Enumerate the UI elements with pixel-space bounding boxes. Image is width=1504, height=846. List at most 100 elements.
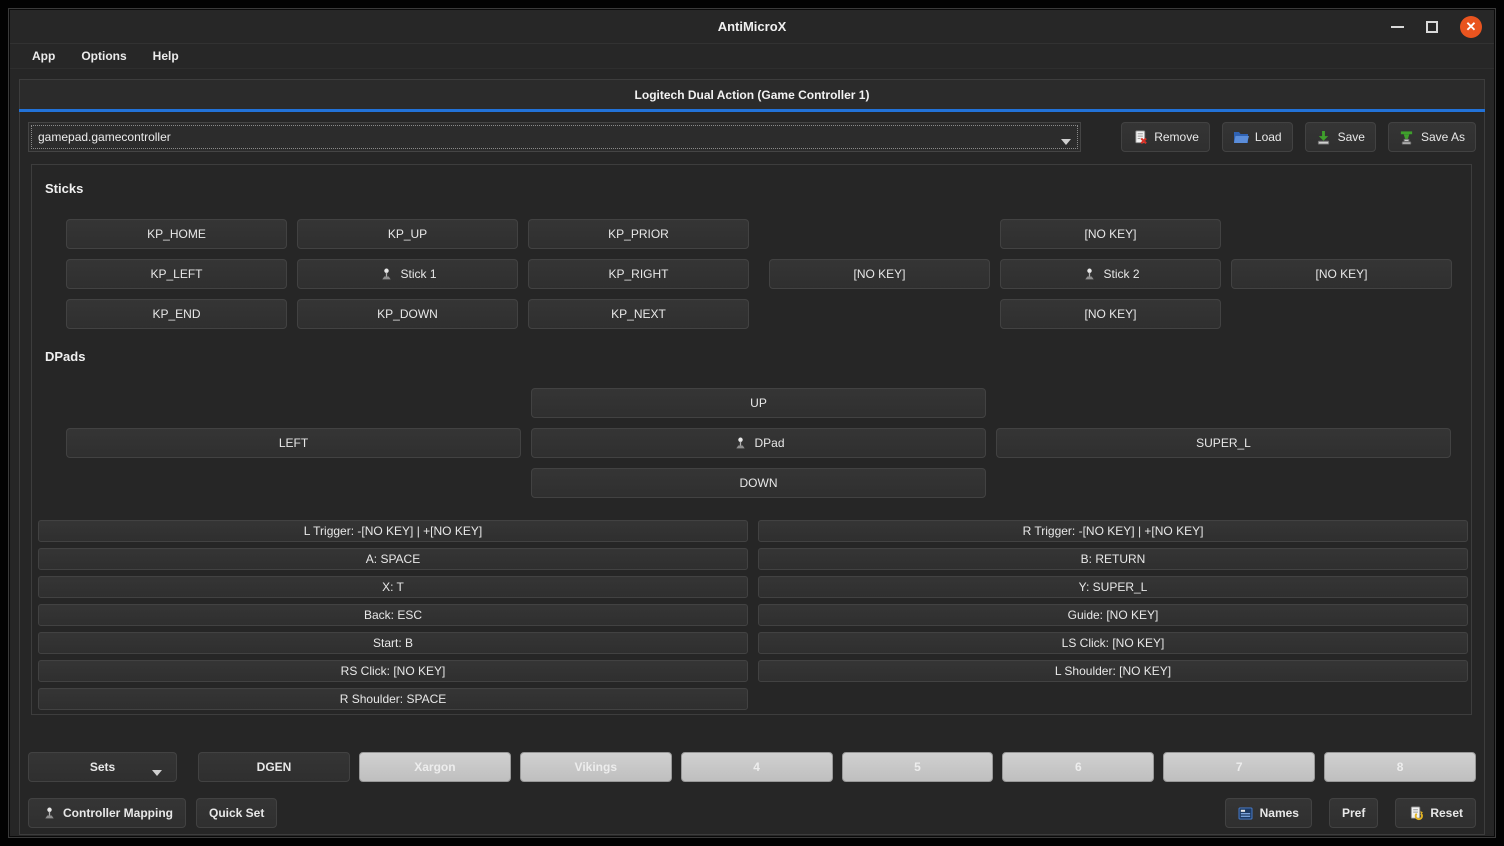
set-tab-4[interactable]: 4: [681, 752, 833, 782]
l-trigger-button[interactable]: L Trigger: -[NO KEY] | +[NO KEY]: [38, 520, 748, 542]
stick1-up-button[interactable]: KP_UP: [297, 219, 518, 249]
dpad-left-button[interactable]: LEFT: [66, 428, 521, 458]
profile-select[interactable]: gamepad.gamecontroller: [28, 122, 1081, 152]
chevron-down-icon: [1061, 135, 1071, 149]
stick1-left-button[interactable]: KP_LEFT: [66, 259, 287, 289]
stick1-up-right-button[interactable]: KP_PRIOR: [528, 219, 749, 249]
controller-tabwidget: Logitech Dual Action (Game Controller 1)…: [19, 79, 1485, 835]
stick2-right-button[interactable]: [NO KEY]: [1231, 259, 1452, 289]
stick2-up-button[interactable]: [NO KEY]: [1000, 219, 1221, 249]
stick1-down-button[interactable]: KP_DOWN: [297, 299, 518, 329]
joystick-icon: [378, 266, 394, 282]
button-back[interactable]: Back: ESC: [38, 604, 748, 626]
window-controls: ✕: [1391, 10, 1482, 43]
save-as-button-label: Save As: [1421, 130, 1465, 144]
button-x[interactable]: X: T: [38, 576, 748, 598]
dpads-section-label: DPads: [45, 349, 85, 364]
joystick-icon: [1081, 266, 1097, 282]
reset-refresh-icon: [1408, 805, 1424, 821]
save-as-icon: [1399, 129, 1415, 145]
set-tab-6[interactable]: 6: [1002, 752, 1154, 782]
set-tab-3[interactable]: Vikings: [520, 752, 672, 782]
menubar: App Options Help: [10, 43, 1494, 69]
stick1-center-button[interactable]: Stick 1: [297, 259, 518, 289]
sticks-section-label: Sticks: [45, 181, 83, 196]
remove-button-label: Remove: [1154, 130, 1199, 144]
remove-icon: [1132, 129, 1148, 145]
quick-set-button[interactable]: Quick Set: [196, 798, 277, 828]
names-label: Names: [1260, 806, 1299, 820]
assignments-left-column: L Trigger: -[NO KEY] | +[NO KEY] A: SPAC…: [38, 520, 748, 710]
app-window: AntiMicroX ✕ App Options Help Logitech D…: [9, 9, 1495, 837]
profile-row: gamepad.gamecontroller: [28, 122, 1476, 152]
dpad-center-button[interactable]: DPad: [531, 428, 986, 458]
stick2-grid: [NO KEY] [NO KEY] Stick 2 [N: [769, 219, 1452, 329]
dpad-down-button[interactable]: DOWN: [531, 468, 986, 498]
dpad-up-button[interactable]: UP: [531, 388, 986, 418]
stick2-down-button[interactable]: [NO KEY]: [1000, 299, 1221, 329]
dpad-label: DPad: [754, 436, 784, 450]
joystick-icon: [732, 435, 748, 451]
set-bar: Sets DGEN Xargon Vikings 4 5 6 7 8: [28, 752, 1476, 783]
stick1-down-left-button[interactable]: KP_END: [66, 299, 287, 329]
bottom-bar-right: Names Pref: [1225, 798, 1476, 828]
dpad-grid: UP LEFT DPad SUPER_L: [66, 388, 1451, 498]
save-as-button[interactable]: Save As: [1388, 122, 1476, 152]
menu-app[interactable]: App: [22, 46, 65, 66]
button-l-shoulder[interactable]: L Shoulder: [NO KEY]: [758, 660, 1468, 682]
stick1-down-right-button[interactable]: KP_NEXT: [528, 299, 749, 329]
button-b[interactable]: B: RETURN: [758, 548, 1468, 570]
set-tab-5[interactable]: 5: [842, 752, 994, 782]
names-list-icon: [1238, 805, 1254, 821]
set-tab-2[interactable]: Xargon: [359, 752, 511, 782]
set-tab-7[interactable]: 7: [1163, 752, 1315, 782]
menu-help[interactable]: Help: [143, 46, 189, 66]
mapping-panel: Sticks KP_HOME KP_UP KP_PRIOR KP_LEFT: [31, 164, 1472, 715]
set-tab-1-active[interactable]: DGEN: [198, 752, 350, 782]
stick2-center-button[interactable]: Stick 2: [1000, 259, 1221, 289]
assignments-right-column: R Trigger: -[NO KEY] | +[NO KEY] B: RETU…: [758, 520, 1468, 682]
button-ls-click[interactable]: LS Click: [NO KEY]: [758, 632, 1468, 654]
button-a[interactable]: A: SPACE: [38, 548, 748, 570]
button-y[interactable]: Y: SUPER_L: [758, 576, 1468, 598]
stick1-label: Stick 1: [400, 267, 436, 281]
reset-label: Reset: [1430, 806, 1463, 820]
set-tab-8[interactable]: 8: [1324, 752, 1476, 782]
stick1-right-button[interactable]: KP_RIGHT: [528, 259, 749, 289]
close-icon[interactable]: ✕: [1460, 16, 1482, 38]
save-download-icon: [1316, 129, 1332, 145]
maximize-icon[interactable]: [1426, 21, 1438, 33]
r-trigger-button[interactable]: R Trigger: -[NO KEY] | +[NO KEY]: [758, 520, 1468, 542]
window-title: AntiMicroX: [10, 10, 1494, 43]
sets-dropdown-button[interactable]: Sets: [28, 752, 177, 782]
profile-buttons: Remove Load: [1121, 122, 1476, 152]
stick1-up-left-button[interactable]: KP_HOME: [66, 219, 287, 249]
stick2-label: Stick 2: [1103, 267, 1139, 281]
menu-options[interactable]: Options: [71, 46, 136, 66]
minimize-icon[interactable]: [1391, 26, 1404, 28]
sets-dropdown-label: Sets: [90, 760, 115, 774]
pref-button[interactable]: Pref: [1329, 798, 1378, 828]
reset-button[interactable]: Reset: [1395, 798, 1476, 828]
titlebar: AntiMicroX ✕: [10, 10, 1494, 43]
bottom-bar-left: Controller Mapping Quick Set: [28, 798, 277, 828]
pref-label: Pref: [1342, 806, 1365, 820]
button-guide[interactable]: Guide: [NO KEY]: [758, 604, 1468, 626]
button-r-shoulder[interactable]: R Shoulder: SPACE: [38, 688, 748, 710]
stick2-left-button[interactable]: [NO KEY]: [769, 259, 990, 289]
save-button-label: Save: [1338, 130, 1365, 144]
dpad-right-button[interactable]: SUPER_L: [996, 428, 1451, 458]
tab-controller[interactable]: Logitech Dual Action (Game Controller 1): [19, 79, 1485, 109]
button-rs-click[interactable]: RS Click: [NO KEY]: [38, 660, 748, 682]
names-button[interactable]: Names: [1225, 798, 1312, 828]
button-start[interactable]: Start: B: [38, 632, 748, 654]
stick1-grid: KP_HOME KP_UP KP_PRIOR KP_LEFT Stick 1: [66, 219, 749, 329]
load-button[interactable]: Load: [1222, 122, 1293, 152]
remove-button[interactable]: Remove: [1121, 122, 1210, 152]
controller-mapping-button[interactable]: Controller Mapping: [28, 798, 186, 828]
load-button-label: Load: [1255, 130, 1282, 144]
save-button[interactable]: Save: [1305, 122, 1376, 152]
folder-open-icon: [1233, 129, 1249, 145]
chevron-down-icon: [152, 766, 162, 780]
joystick-icon: [41, 805, 57, 821]
